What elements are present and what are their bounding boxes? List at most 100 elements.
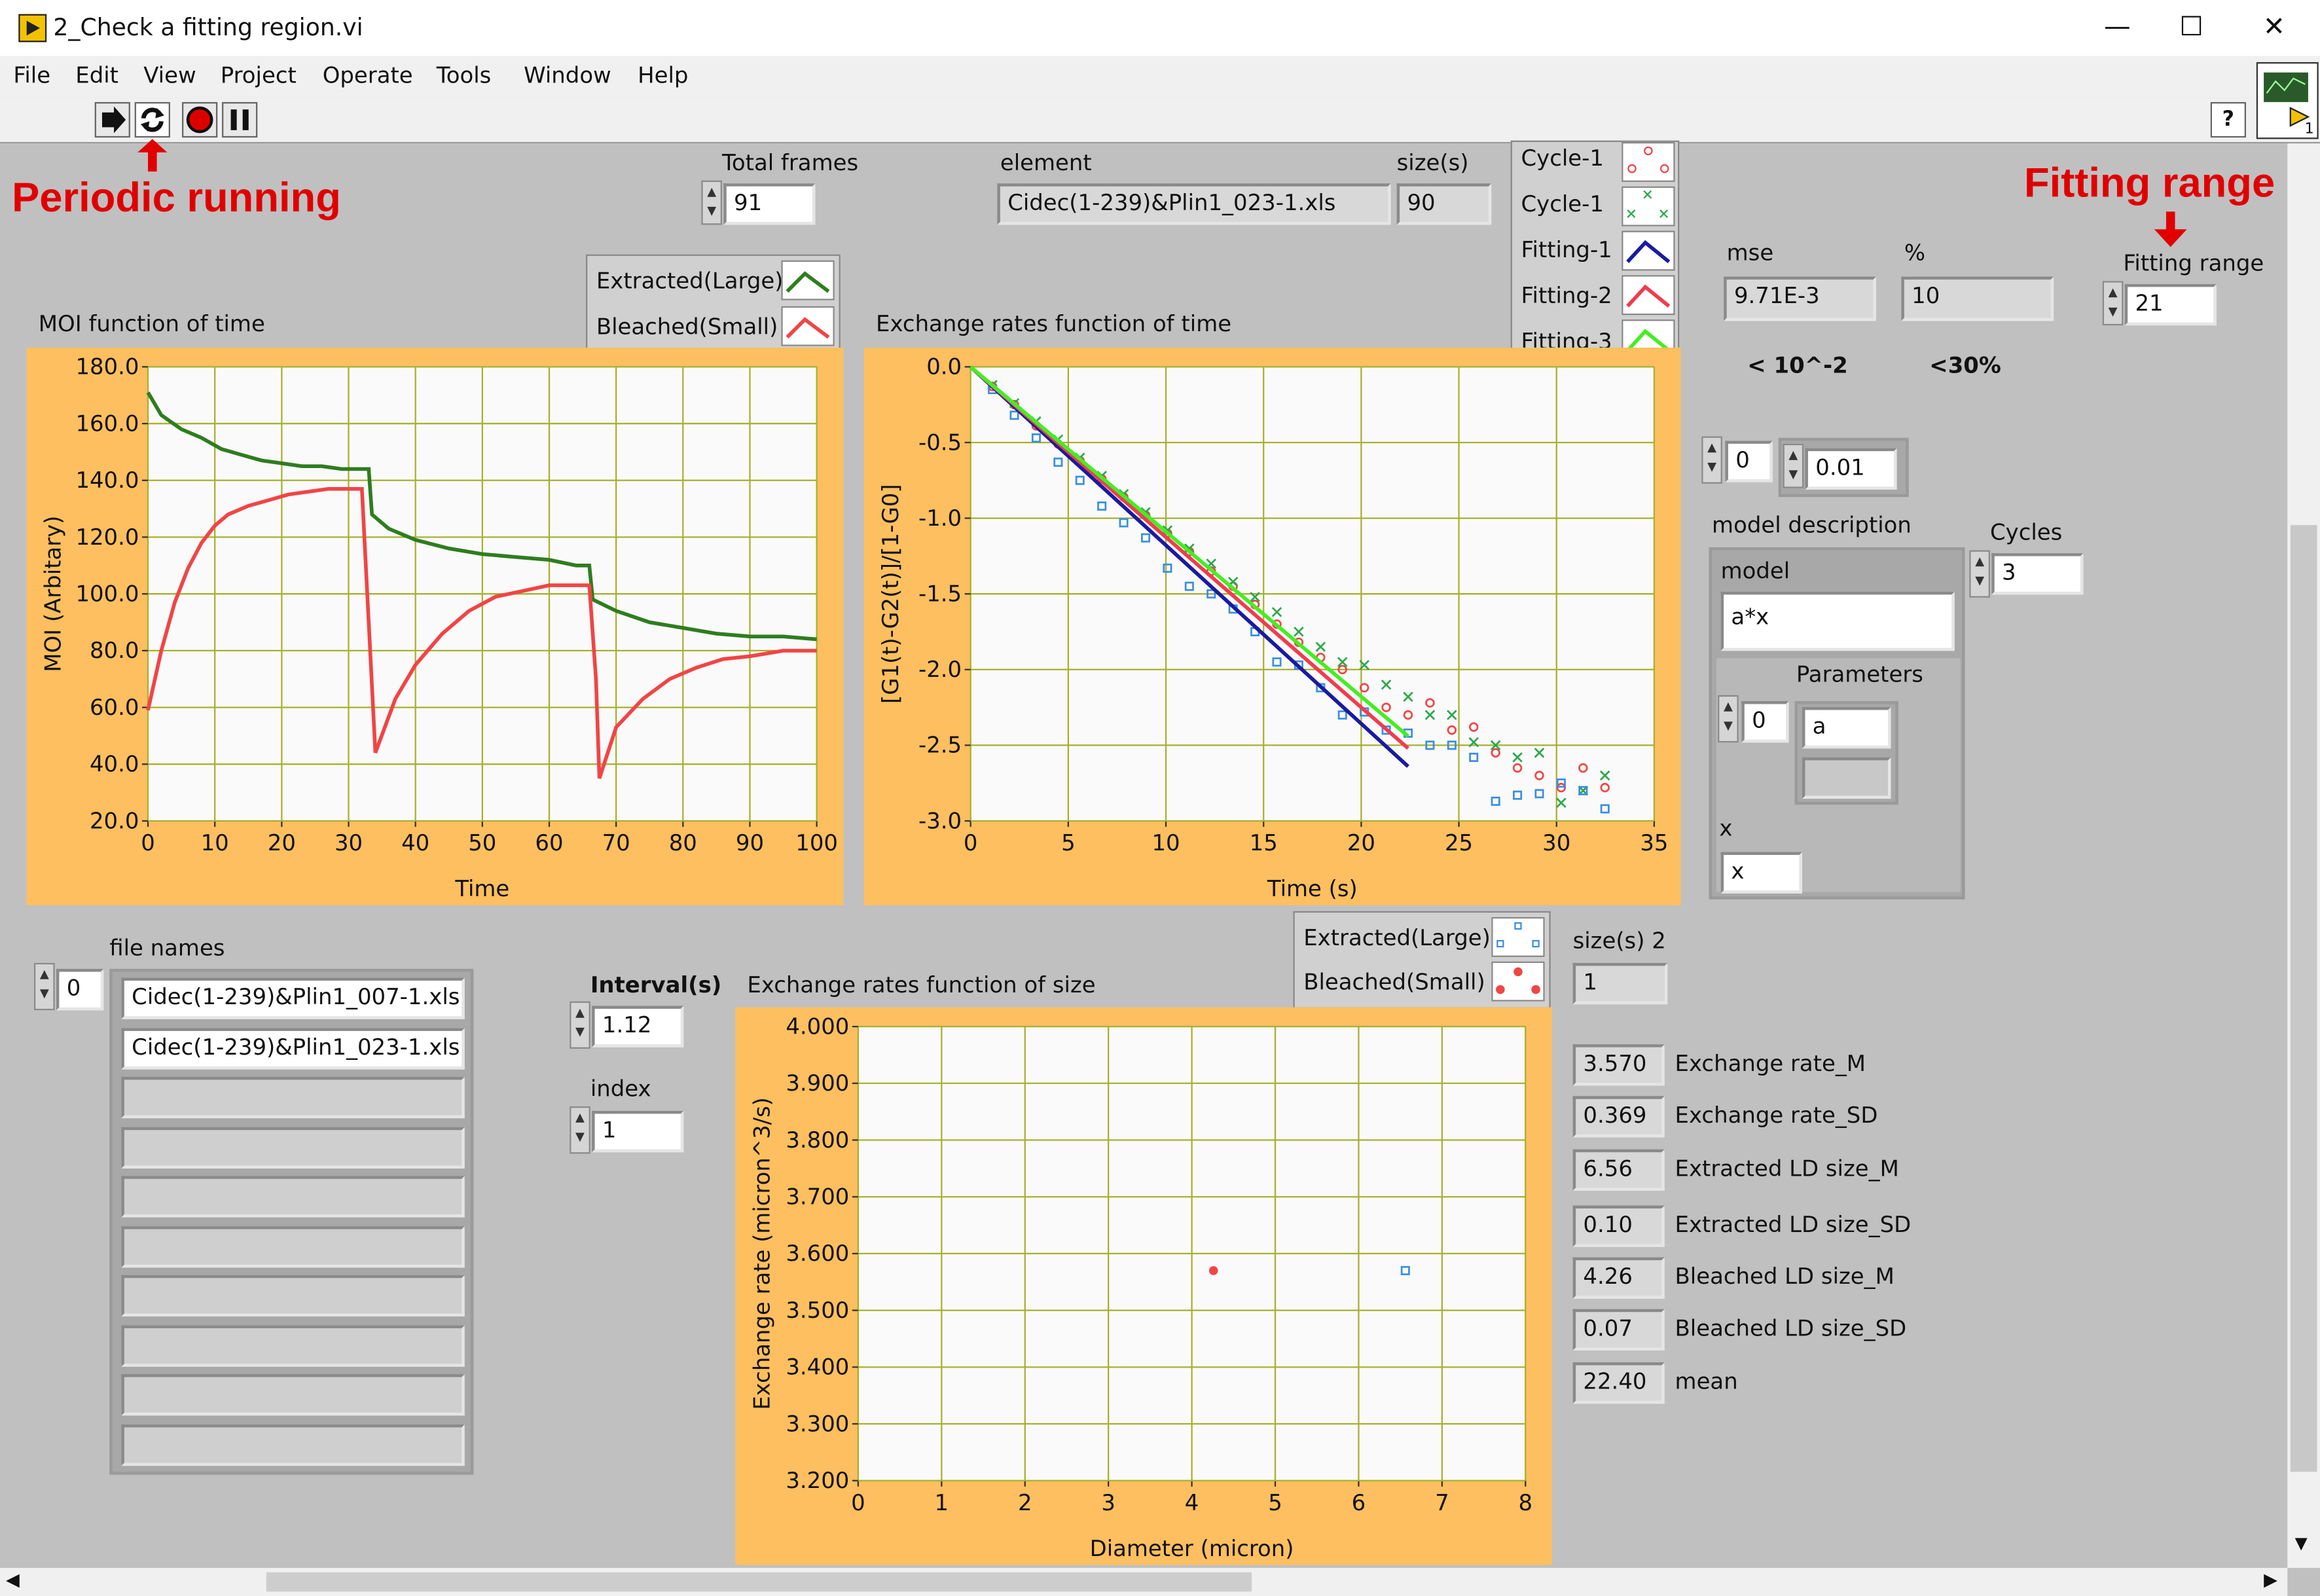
minimize-button[interactable]: — [2083,9,2151,48]
exchange-size-chart-y-tick-label: 3.600 [786,1241,849,1266]
tolerance-field[interactable]: 0.01 [1805,448,1897,490]
exchange-size-chart-y-tick-label: 3.300 [786,1411,849,1436]
exchange-size-chart-x-tick-label: 3 [1101,1490,1115,1515]
moi-chart-x-tick-label: 70 [602,830,630,856]
exchange-size-chart-x-tick-label: 8 [1518,1490,1532,1515]
index-a-field[interactable]: 0 [1725,441,1773,482]
result-value: 0.369 [1572,1096,1665,1138]
size-label: size(s) [1396,149,1469,176]
moi-chart-y-tick-label: 180.0 [75,354,139,380]
vertical-scroll-thumb[interactable] [2290,525,2317,1472]
moi-chart-x-axis-label: Time [454,876,509,901]
file-name-item[interactable] [121,1324,465,1366]
vertical-scrollbar[interactable]: ▼ [2287,143,2320,1569]
cycles-field[interactable]: 3 [1991,553,2084,595]
exchange-size-chart-x-tick-label: 0 [851,1490,865,1515]
scroll-right-arrow-icon[interactable]: ▶ [2264,1569,2277,1590]
result-label: mean [1675,1368,1738,1395]
x-field[interactable]: x [1720,852,1802,894]
moi-chart-x-tick-label: 60 [535,830,563,856]
scroll-left-arrow-icon[interactable]: ◀ [6,1569,20,1590]
exchange-time-chart-y-tick-label: -0.5 [918,429,962,455]
menu-edit[interactable]: Edit [75,62,118,89]
moi-chart-y-tick-label: 20.0 [90,808,139,833]
file-name-item[interactable] [121,1225,465,1267]
param-index-field[interactable]: 0 [1741,701,1789,743]
moi-chart-x-tick-label: 100 [795,830,838,856]
exchange-time-chart-x-tick-label: 0 [964,830,978,856]
scroll-down-arrow-icon[interactable]: ▼ [2295,1534,2308,1553]
close-button[interactable]: ✕ [2240,9,2308,48]
file-name-item[interactable] [121,1126,465,1168]
pause-icon[interactable] [222,101,258,138]
interval-spinner[interactable]: ▲ ▼ [570,1001,590,1049]
menu-tools[interactable]: Tools [437,62,492,89]
file-name-item[interactable] [121,1176,465,1218]
horizontal-scrollbar[interactable]: ◀ ▶ [0,1568,2288,1596]
element-indicator: Cidec(1-239)&Plin1_023-1.xls [997,183,1391,225]
file-name-item[interactable] [121,1423,465,1466]
fitting-range-spinner[interactable]: ▲ ▼ [2102,281,2124,326]
file-name-item[interactable] [121,1374,465,1416]
run-continuously-icon[interactable] [134,101,170,138]
interval-field[interactable]: 1.12 [592,1006,684,1047]
menu-operate[interactable]: Operate [323,62,413,89]
fitting-range-label: Fitting range [2123,249,2264,277]
exchange-time-chart[interactable]: 0 5 10 15 20 25 30 35 -3.0 -2.5 -2.0 -1.5 -1.0 -0.5 0.… [863,347,1681,905]
legend-fitting-1-swatch[interactable] [1622,230,1675,271]
size-legend-bleached-swatch[interactable] [1491,961,1545,1002]
context-help-button[interactable]: ? [2210,101,2246,138]
total-frames-spinner[interactable]: ▲ ▼ [701,180,722,225]
maximize-button[interactable]: ☐ [2157,9,2225,48]
size2-label: size(s) 2 [1572,927,1666,954]
file-name-item[interactable]: Cidec(1-239)&Plin1_007-1.xls [121,977,465,1019]
file-names-index-field[interactable]: 0 [56,968,104,1011]
moi-chart[interactable]: 0 10 20 30 40 50 60 70 80 90 100 20.0 40.0 60.0 80.0 10… [26,347,844,905]
annotation-arrow-down-icon [2154,211,2187,247]
tolerance-spinner[interactable]: ▲ ▼ [1783,443,1804,488]
moi-legend-extracted-swatch[interactable] [781,260,835,300]
exchange-time-chart-y-axis-label: [G1(t)-G2(t)]/[1-G0] [878,484,903,704]
legend-cycle-circle-swatch[interactable] [1622,141,1675,182]
menu-project[interactable]: Project [221,62,297,89]
legend-cycle-cross-swatch[interactable] [1622,186,1675,227]
exchange-size-chart-point [1208,1266,1218,1275]
param-index-spinner[interactable]: ▲ ▼ [1718,695,1739,743]
size-legend-extracted-swatch[interactable] [1491,916,1545,957]
window-title: 2_Check a fitting region.vi [53,13,363,42]
menu-help[interactable]: Help [638,62,688,89]
result-value: 0.07 [1572,1309,1665,1351]
run-arrow-icon[interactable] [94,101,130,138]
param-field[interactable]: a [1802,707,1891,749]
fitting-range-field[interactable]: 21 [2124,283,2217,326]
legend-fitting-2-swatch[interactable] [1622,275,1675,316]
result-value: 6.56 [1572,1149,1665,1191]
model-field[interactable]: a*x [1720,591,1955,651]
vi-icon-pane[interactable]: 1 [2256,62,2319,139]
size2-indicator: 1 [1572,962,1668,1005]
file-name-item[interactable]: Cidec(1-239)&Plin1_023-1.xls [121,1027,465,1069]
moi-legend-bleached-swatch[interactable] [781,306,835,346]
menu-view[interactable]: View [143,62,196,89]
exchange-size-chart-title: Exchange rates function of size [747,971,1096,999]
file-name-item[interactable] [121,1275,465,1316]
result-value: 4.26 [1572,1257,1665,1299]
file-names-spinner[interactable]: ▲ ▼ [33,962,55,1011]
exchange-size-chart-y-axis-label: Exchange rate (micron^3/s) [749,1097,774,1410]
horizontal-scroll-thumb[interactable] [266,1572,1252,1592]
file-name-item[interactable] [121,1076,465,1119]
exchange-size-chart[interactable]: 0 1 2 3 4 5 6 7 8 3.200 3.300 3.400 3.500 3.600 3.700 3… [735,1007,1552,1565]
exchange-size-chart-y-tick-label: 3.200 [786,1468,849,1493]
index-field[interactable]: 1 [592,1110,684,1153]
index-spinner[interactable]: ▲ ▼ [570,1106,590,1154]
moi-chart-x-tick-label: 90 [736,830,764,856]
exchange-time-chart-x-tick-label: 20 [1347,830,1375,856]
index-a-spinner[interactable]: ▲ ▼ [1701,436,1722,484]
menu-file[interactable]: File [13,62,50,89]
exchange-size-chart-y-tick-label: 3.500 [786,1297,849,1323]
cycles-spinner[interactable]: ▲ ▼ [1969,550,1990,598]
menu-window[interactable]: Window [524,62,611,89]
abort-icon[interactable] [182,101,218,138]
file-names-array: Cidec(1-239)&Plin1_007-1.xls Cidec(1-239)… [109,968,474,1475]
total-frames-field[interactable]: 91 [723,183,816,225]
